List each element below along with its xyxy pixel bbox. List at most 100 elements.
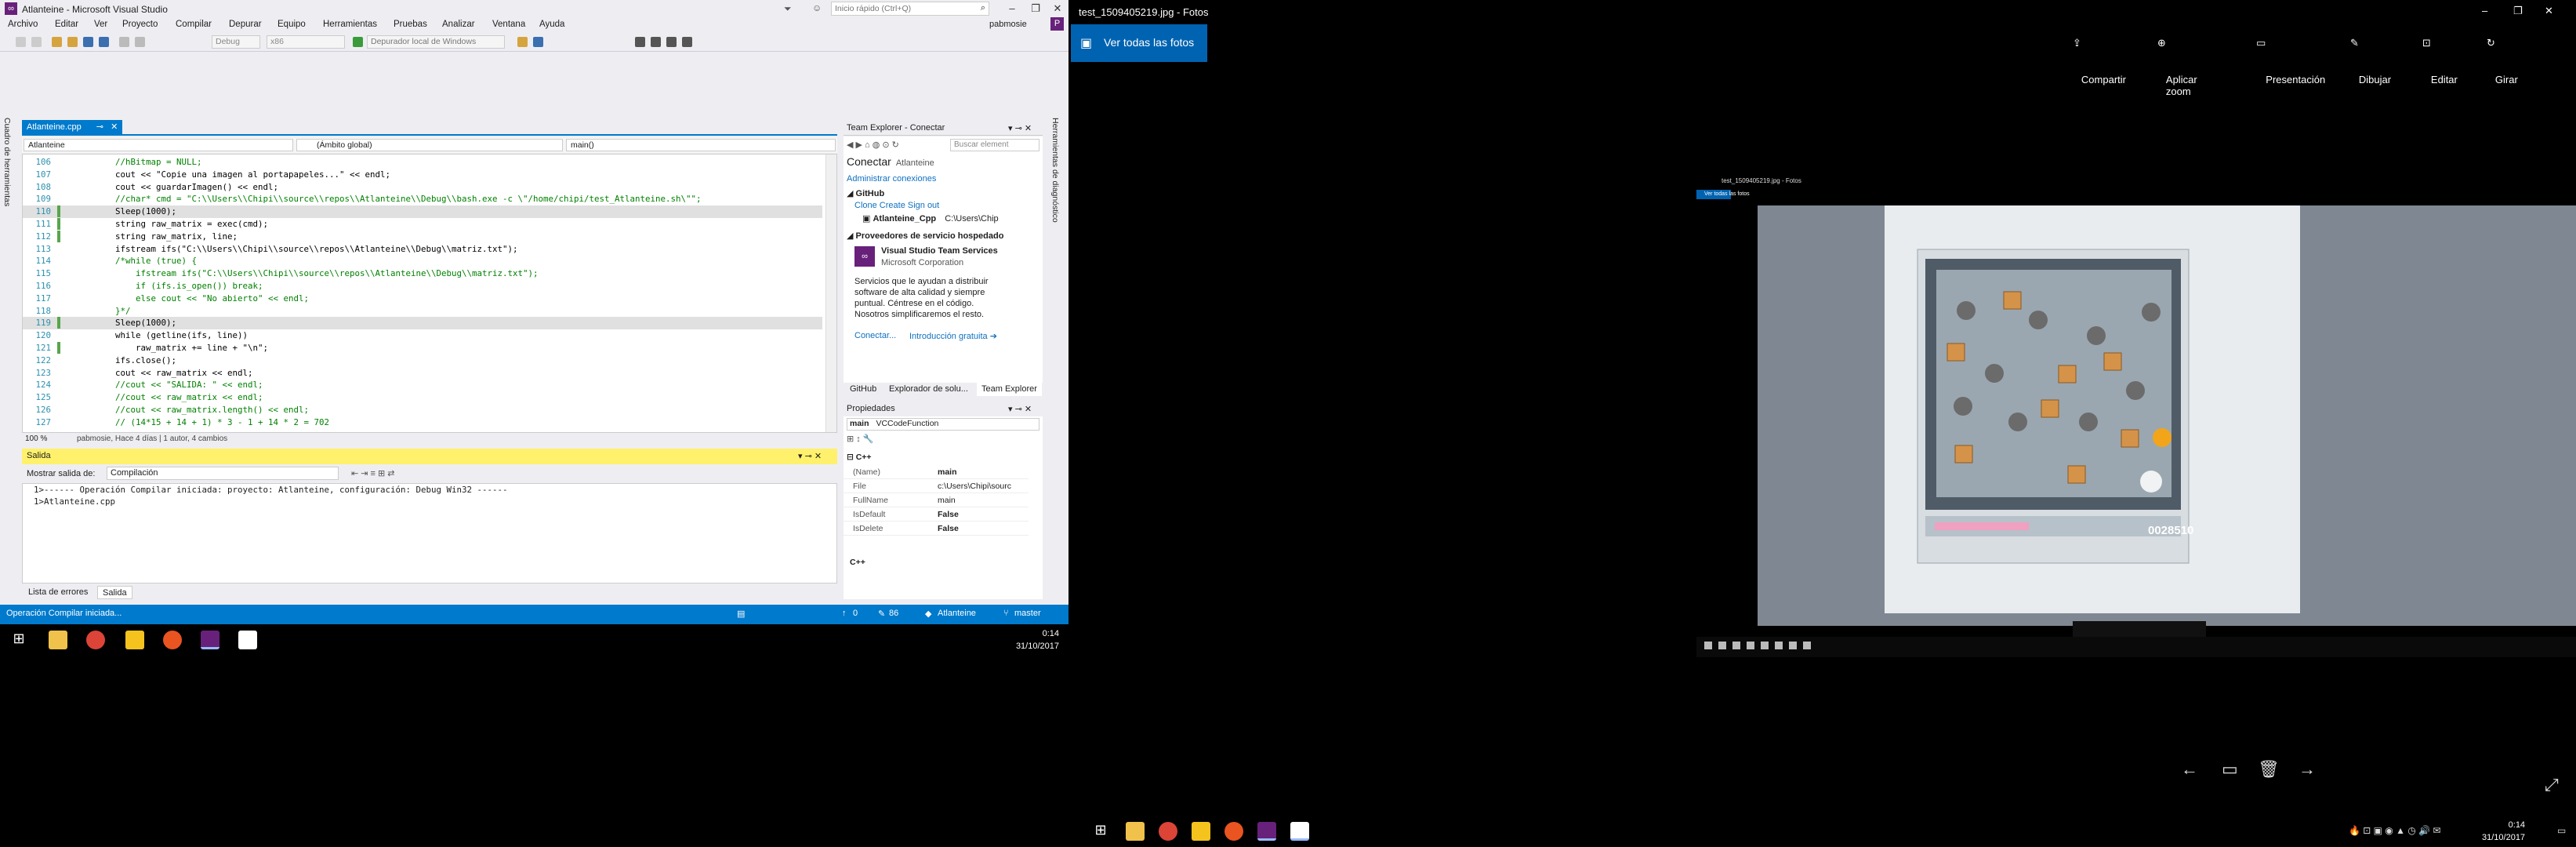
photos-taskbar-icon[interactable] [238,631,257,649]
menu-ayuda[interactable]: Ayuda [539,20,564,29]
minimize-button[interactable]: – [1000,0,1024,17]
doc-tab-atlanteine[interactable]: Atlanteine.cpp ⊸ ✕ [22,120,123,134]
status-repo-icon[interactable]: ◆ [925,609,931,619]
code-line[interactable]: 116 if (ifs.is_open()) break; [23,280,822,293]
bookmark-clear-icon[interactable] [682,37,692,47]
status-up-arrow-icon[interactable]: ↑ [842,609,847,618]
tab-error-list[interactable]: Lista de errores [24,586,93,599]
code-line[interactable]: 122 ifs.close(); [23,354,822,367]
view-icon[interactable]: ▭ [2222,759,2238,780]
clock-left[interactable]: 0:14 31/10/2017 [1016,627,1059,653]
menu-equipo[interactable]: Equipo [278,20,306,29]
fullscreen-icon[interactable]: ⤢ [2545,775,2559,795]
start-debug-icon[interactable] [353,37,363,47]
editor-scrollbar[interactable] [825,154,836,432]
quick-launch-input[interactable]: Inicio rápido (Ctrl+Q) ⌕ [831,2,989,16]
menu-herramientas[interactable]: Herramientas [323,20,377,29]
toolbox-tab[interactable]: Cuadro de herramientas [2,118,12,206]
tab-github[interactable]: GitHub [845,383,881,396]
displayed-photo[interactable]: Copie una imagen al portapapeles... No s… [1696,171,2576,657]
te-options-icon[interactable]: ▾ ⊸ ✕ [1008,123,1032,133]
next-photo-icon[interactable]: → [2298,759,2316,780]
open-file-icon[interactable] [67,37,78,47]
rotate-button[interactable]: ↻ Girar [2487,37,2518,85]
status-branch-icon[interactable]: ⑂ [1003,609,1009,618]
sticky-notes-icon[interactable] [125,631,144,649]
delete-icon[interactable]: 🗑 [2258,759,2280,780]
notifications-icon[interactable]: ▭ [2557,825,2566,836]
file-explorer-icon[interactable] [1126,822,1145,841]
member-dropdown[interactable]: main() [566,139,836,151]
close-button[interactable]: ✕ [1046,0,1068,17]
menu-proyecto[interactable]: Proyecto [122,20,158,29]
tab-output[interactable]: Salida [97,586,132,599]
share-button[interactable]: ⇪ Compartir [2073,37,2126,85]
te-search-input[interactable]: Buscar element [950,139,1039,151]
debugger-dropdown[interactable]: Depurador local de Windows [367,35,505,49]
property-row[interactable]: IsDelete False [844,522,1029,536]
ubuntu-icon[interactable] [1225,822,1243,841]
chrome-icon[interactable] [1159,822,1177,841]
code-line[interactable]: 123 cout << raw_matrix << endl; [23,367,822,380]
save-icon[interactable] [83,37,93,47]
bookmark-prev-icon[interactable] [651,37,661,47]
te-hosted-section[interactable]: ◢ Proveedores de servicio hospedado [847,231,1003,241]
code-line[interactable]: 126 //cout << raw_matrix.length() << end… [23,404,822,416]
edit-button[interactable]: ⊡ Editar [2422,37,2458,85]
code-line[interactable]: 110 Sleep(1000); [23,205,822,218]
diagnostic-tools-tab[interactable]: Herramientas de diagnóstico [1050,118,1060,223]
menu-ver[interactable]: Ver [94,20,107,29]
toolbar-tool-icon[interactable] [517,37,528,47]
props-object-selector[interactable]: main VCCodeFunction [847,418,1039,431]
pin-icon[interactable]: ⊸ [96,122,103,132]
code-line[interactable]: 109 //char* cmd = "C:\\Users\\Chipi\\sou… [23,193,822,205]
chrome-icon[interactable] [86,631,105,649]
status-output-icon[interactable]: ▤ [737,609,745,619]
filter-icon[interactable]: ⏷ [784,3,792,15]
clock-right[interactable]: 0:14 31/10/2017 [2482,819,2525,844]
code-line[interactable]: 115 ifstream ifs("C:\\Users\\Chipi\\sour… [23,267,822,280]
code-line[interactable]: 120 while (getline(ifs, line)) [23,329,822,342]
props-options-icon[interactable]: ▾ ⊸ ✕ [1008,404,1032,414]
code-line[interactable]: 114 /*while (true) { [23,255,822,267]
menu-editar[interactable]: Editar [55,20,78,29]
output-options-icon[interactable]: ▾ ⊸ ✕ [798,451,822,461]
file-explorer-icon[interactable] [49,631,67,649]
code-line[interactable]: 118 }*/ [23,305,822,318]
te-github-section[interactable]: ◢ GitHub [847,188,884,198]
menu-compilar[interactable]: Compilar [176,20,212,29]
undo-icon[interactable] [119,37,129,47]
project-dropdown[interactable]: Atlanteine [24,139,293,151]
tab-team-explorer[interactable]: Team Explorer [977,383,1042,396]
menu-ventana[interactable]: Ventana [492,20,525,29]
feedback-icon[interactable]: ☺ [812,2,822,13]
property-row[interactable]: (Name) main [844,465,1029,479]
status-pencil-icon[interactable]: ✎ [878,609,885,619]
previous-photo-icon[interactable]: ← [2181,759,2198,780]
te-repo-item[interactable]: ▣ Atlanteine_Cpp C:\Users\Chip [862,213,999,224]
redo-icon[interactable] [135,37,145,47]
code-line[interactable]: 125 //cout << raw_matrix << endl; [23,391,822,404]
user-name[interactable]: pabmosie [989,20,1027,29]
code-line[interactable]: 127 // (14*15 + 14 + 1) * 3 - 1 + 14 * 2… [23,416,822,429]
menu-pruebas[interactable]: Pruebas [394,20,427,29]
windows-start-icon[interactable]: ⊞ [9,631,28,649]
windows-start-icon[interactable]: ⊞ [1091,822,1110,841]
code-line[interactable]: 124 //cout << "SALIDA: " << endl; [23,379,822,391]
props-sort-icons[interactable]: ⊞ ↕ 🔧 [847,434,874,444]
code-line[interactable]: 106 //hBitmap = NULL; [23,156,822,169]
config-dropdown[interactable]: Debug [212,35,260,49]
code-line[interactable]: 111 string raw_matrix = exec(cmd); [23,218,822,231]
bookmark-icon[interactable] [635,37,645,47]
output-source-dropdown[interactable]: Compilación [107,467,339,480]
sticky-notes-icon[interactable] [1192,822,1210,841]
photos-max-button[interactable]: ❐ [2513,5,2523,17]
output-tools-icon[interactable]: ⇤ ⇥ ≡ ⊞ ⇄ [351,468,395,478]
new-project-icon[interactable] [52,37,62,47]
te-nav-icons[interactable]: ◀ ▶ ⌂ ◍ ⊙ ↻ [847,140,899,150]
property-row[interactable]: File c:\Users\Chipi\sourc [844,479,1029,493]
doc-close-icon[interactable]: ✕ [111,122,118,132]
forward-icon[interactable] [31,37,42,47]
menu-depurar[interactable]: Depurar [229,20,262,29]
te-github-links[interactable]: Clone Create Sign out [854,201,939,210]
